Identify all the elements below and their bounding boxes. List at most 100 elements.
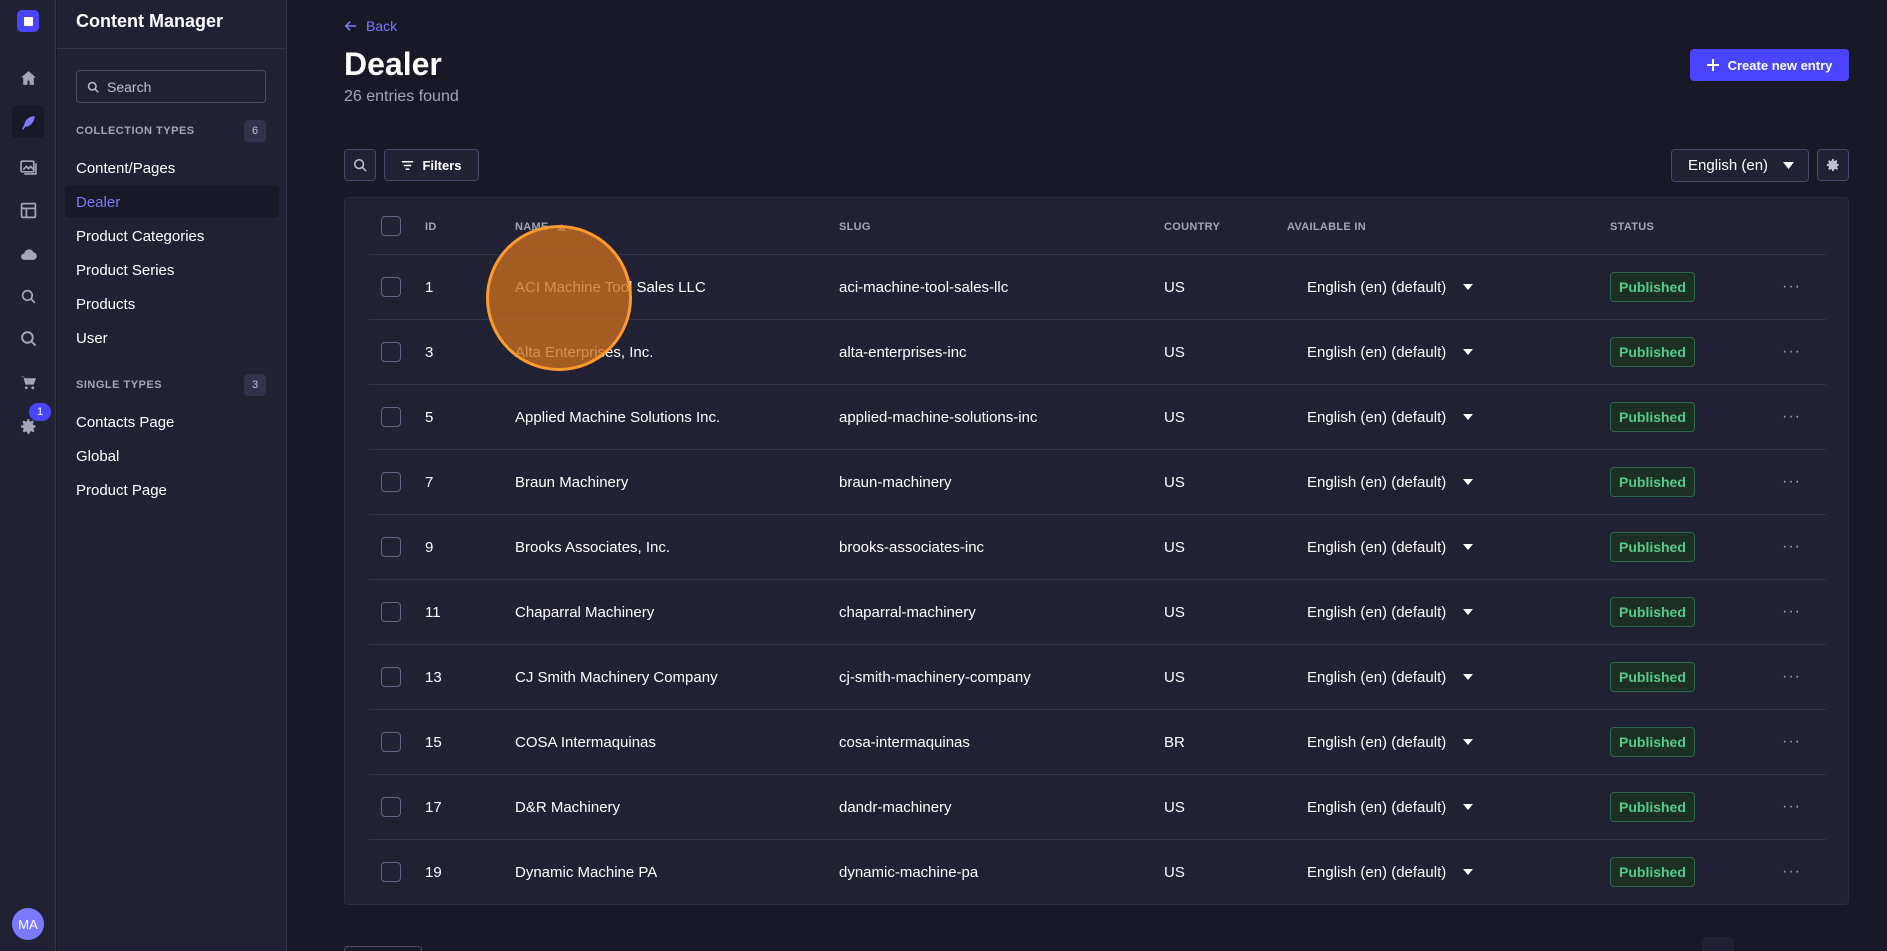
column-header-available-in[interactable]: AVAILABLE IN [1287,221,1366,233]
collection-types-header[interactable]: COLLECTION TYPES 6 [76,120,266,142]
create-new-entry-button[interactable]: Create new entry [1690,49,1849,81]
row-more-actions-icon[interactable]: ··· [1782,580,1801,644]
seo-icon[interactable] [12,280,44,312]
row-checkbox[interactable] [381,407,401,427]
table-header-row: ID NAME SLUG COUNTRY AVAILABLE IN STATUS [369,198,1826,255]
collection-types-count: 6 [244,120,266,142]
user-avatar[interactable]: MA [12,908,44,940]
row-checkbox[interactable] [381,797,401,817]
back-link[interactable]: Back [344,18,397,34]
available-in-dropdown[interactable]: English (en) (default) [1307,515,1474,579]
cell-country: US [1164,603,1185,621]
nav-item-product-categories[interactable]: Product Categories [65,220,279,252]
available-in-dropdown[interactable]: English (en) (default) [1307,450,1474,514]
nav-item-products[interactable]: Products [65,288,279,320]
table-settings-button[interactable] [1817,149,1849,181]
table-search-button[interactable] [344,149,376,181]
row-checkbox[interactable] [381,732,401,752]
search-icon[interactable] [12,322,44,354]
subnav-title: Content Manager [76,11,224,31]
home-icon[interactable] [12,62,44,94]
row-more-actions-icon[interactable]: ··· [1782,710,1801,774]
row-checkbox[interactable] [381,667,401,687]
cell-country: BR [1164,733,1185,751]
row-more-actions-icon[interactable]: ··· [1782,840,1801,904]
media-library-icon[interactable] [12,150,44,182]
available-in-value: English (en) (default) [1307,343,1447,361]
available-in-dropdown[interactable]: English (en) (default) [1307,580,1474,644]
nav-item-user[interactable]: User [65,322,279,354]
available-in-dropdown[interactable]: English (en) (default) [1307,255,1474,319]
row-checkbox-cell [381,385,401,449]
column-header-name[interactable]: NAME [515,221,566,233]
content-type-builder-icon[interactable] [12,194,44,226]
select-all-checkbox[interactable] [381,216,401,236]
column-header-slug[interactable]: SLUG [839,221,871,233]
content-manager-icon[interactable] [12,106,44,138]
main-nav-rail: 1 MA [0,0,56,951]
row-checkbox[interactable] [381,277,401,297]
cell-slug: alta-enterprises-inc [839,343,967,361]
locale-select[interactable]: English (en) [1671,149,1809,182]
single-types-header[interactable]: SINGLE TYPES 3 [76,374,266,396]
cell-id: 7 [425,473,434,491]
status-cell: Published [1610,255,1695,319]
table-row[interactable]: 13 CJ Smith Machinery Company cj-smith-mac… [369,645,1826,710]
table-row[interactable]: 7 Braun Machinery braun-machinery US English… [369,450,1826,515]
nav-item-dealer[interactable]: Dealer [65,186,279,218]
available-in-dropdown[interactable]: English (en) (default) [1307,645,1474,709]
row-checkbox[interactable] [381,537,401,557]
cloud-icon[interactable] [12,238,44,270]
page-size-select[interactable] [344,946,422,951]
column-header-status[interactable]: STATUS [1610,221,1654,233]
cart-icon[interactable] [12,366,44,398]
status-badge: Published [1610,467,1695,497]
column-header-country[interactable]: COUNTRY [1164,221,1220,233]
filters-button[interactable]: Filters [384,149,479,181]
row-checkbox[interactable] [381,472,401,492]
row-more-actions-icon[interactable]: ··· [1782,645,1801,709]
available-in-dropdown[interactable]: English (en) (default) [1307,840,1474,904]
available-in-dropdown[interactable]: English (en) (default) [1307,775,1474,839]
table-row[interactable]: 3 Alta Enterprises, Inc. alta-enterprises-… [369,320,1826,385]
status-badge: Published [1610,402,1695,432]
strapi-logo[interactable] [17,10,39,32]
row-checkbox[interactable] [381,602,401,622]
nav-item-product-page[interactable]: Product Page [65,474,279,506]
row-more-actions-icon[interactable]: ··· [1782,450,1801,514]
cell-slug: braun-machinery [839,473,952,491]
table-row[interactable]: 5 Applied Machine Solutions Inc. applied-m… [369,385,1826,450]
available-in-dropdown[interactable]: English (en) (default) [1307,385,1474,449]
available-in-dropdown[interactable]: English (en) (default) [1307,320,1474,384]
cell-slug: brooks-associates-inc [839,538,985,556]
row-more-actions-icon[interactable]: ··· [1782,775,1801,839]
chevron-down-icon [1463,869,1474,875]
single-types-count: 3 [244,374,266,396]
cell-country: US [1164,863,1185,881]
table-row[interactable]: 17 D&R Machinery dandr-machinery US English … [369,775,1826,840]
row-more-actions-icon[interactable]: ··· [1782,515,1801,579]
status-badge: Published [1610,597,1695,627]
nav-item-global[interactable]: Global [65,440,279,472]
nav-item-contacts-page[interactable]: Contacts Page [65,406,279,438]
status-badge: Published [1610,662,1695,692]
row-more-actions-icon[interactable]: ··· [1782,320,1801,384]
row-more-actions-icon[interactable]: ··· [1782,255,1801,319]
row-checkbox[interactable] [381,862,401,882]
row-more-actions-icon[interactable]: ··· [1782,385,1801,449]
table-row[interactable]: 9 Brooks Associates, Inc. brooks-associate… [369,515,1826,580]
column-header-id[interactable]: ID [425,221,437,233]
row-checkbox[interactable] [381,342,401,362]
table-row[interactable]: 1 ACI Machine Tool Sales LLC aci-machine-t… [369,255,1826,320]
table-row[interactable]: 11 Chaparral Machinery chaparral-machinery… [369,580,1826,645]
table-row[interactable]: 19 Dynamic Machine PA dynamic-machine-pa US… [369,840,1826,905]
available-in-value: English (en) (default) [1307,408,1447,426]
status-badge: Published [1610,272,1695,302]
subnav-search-input[interactable] [107,78,257,95]
nav-item-product-series[interactable]: Product Series [65,254,279,286]
available-in-dropdown[interactable]: English (en) (default) [1307,710,1474,774]
pagination[interactable] [1702,937,1734,951]
nav-item-content-pages[interactable]: Content/Pages [65,152,279,184]
subnav-search[interactable] [76,70,266,103]
table-row[interactable]: 15 COSA Intermaquinas cosa-intermaquinas BR… [369,710,1826,775]
